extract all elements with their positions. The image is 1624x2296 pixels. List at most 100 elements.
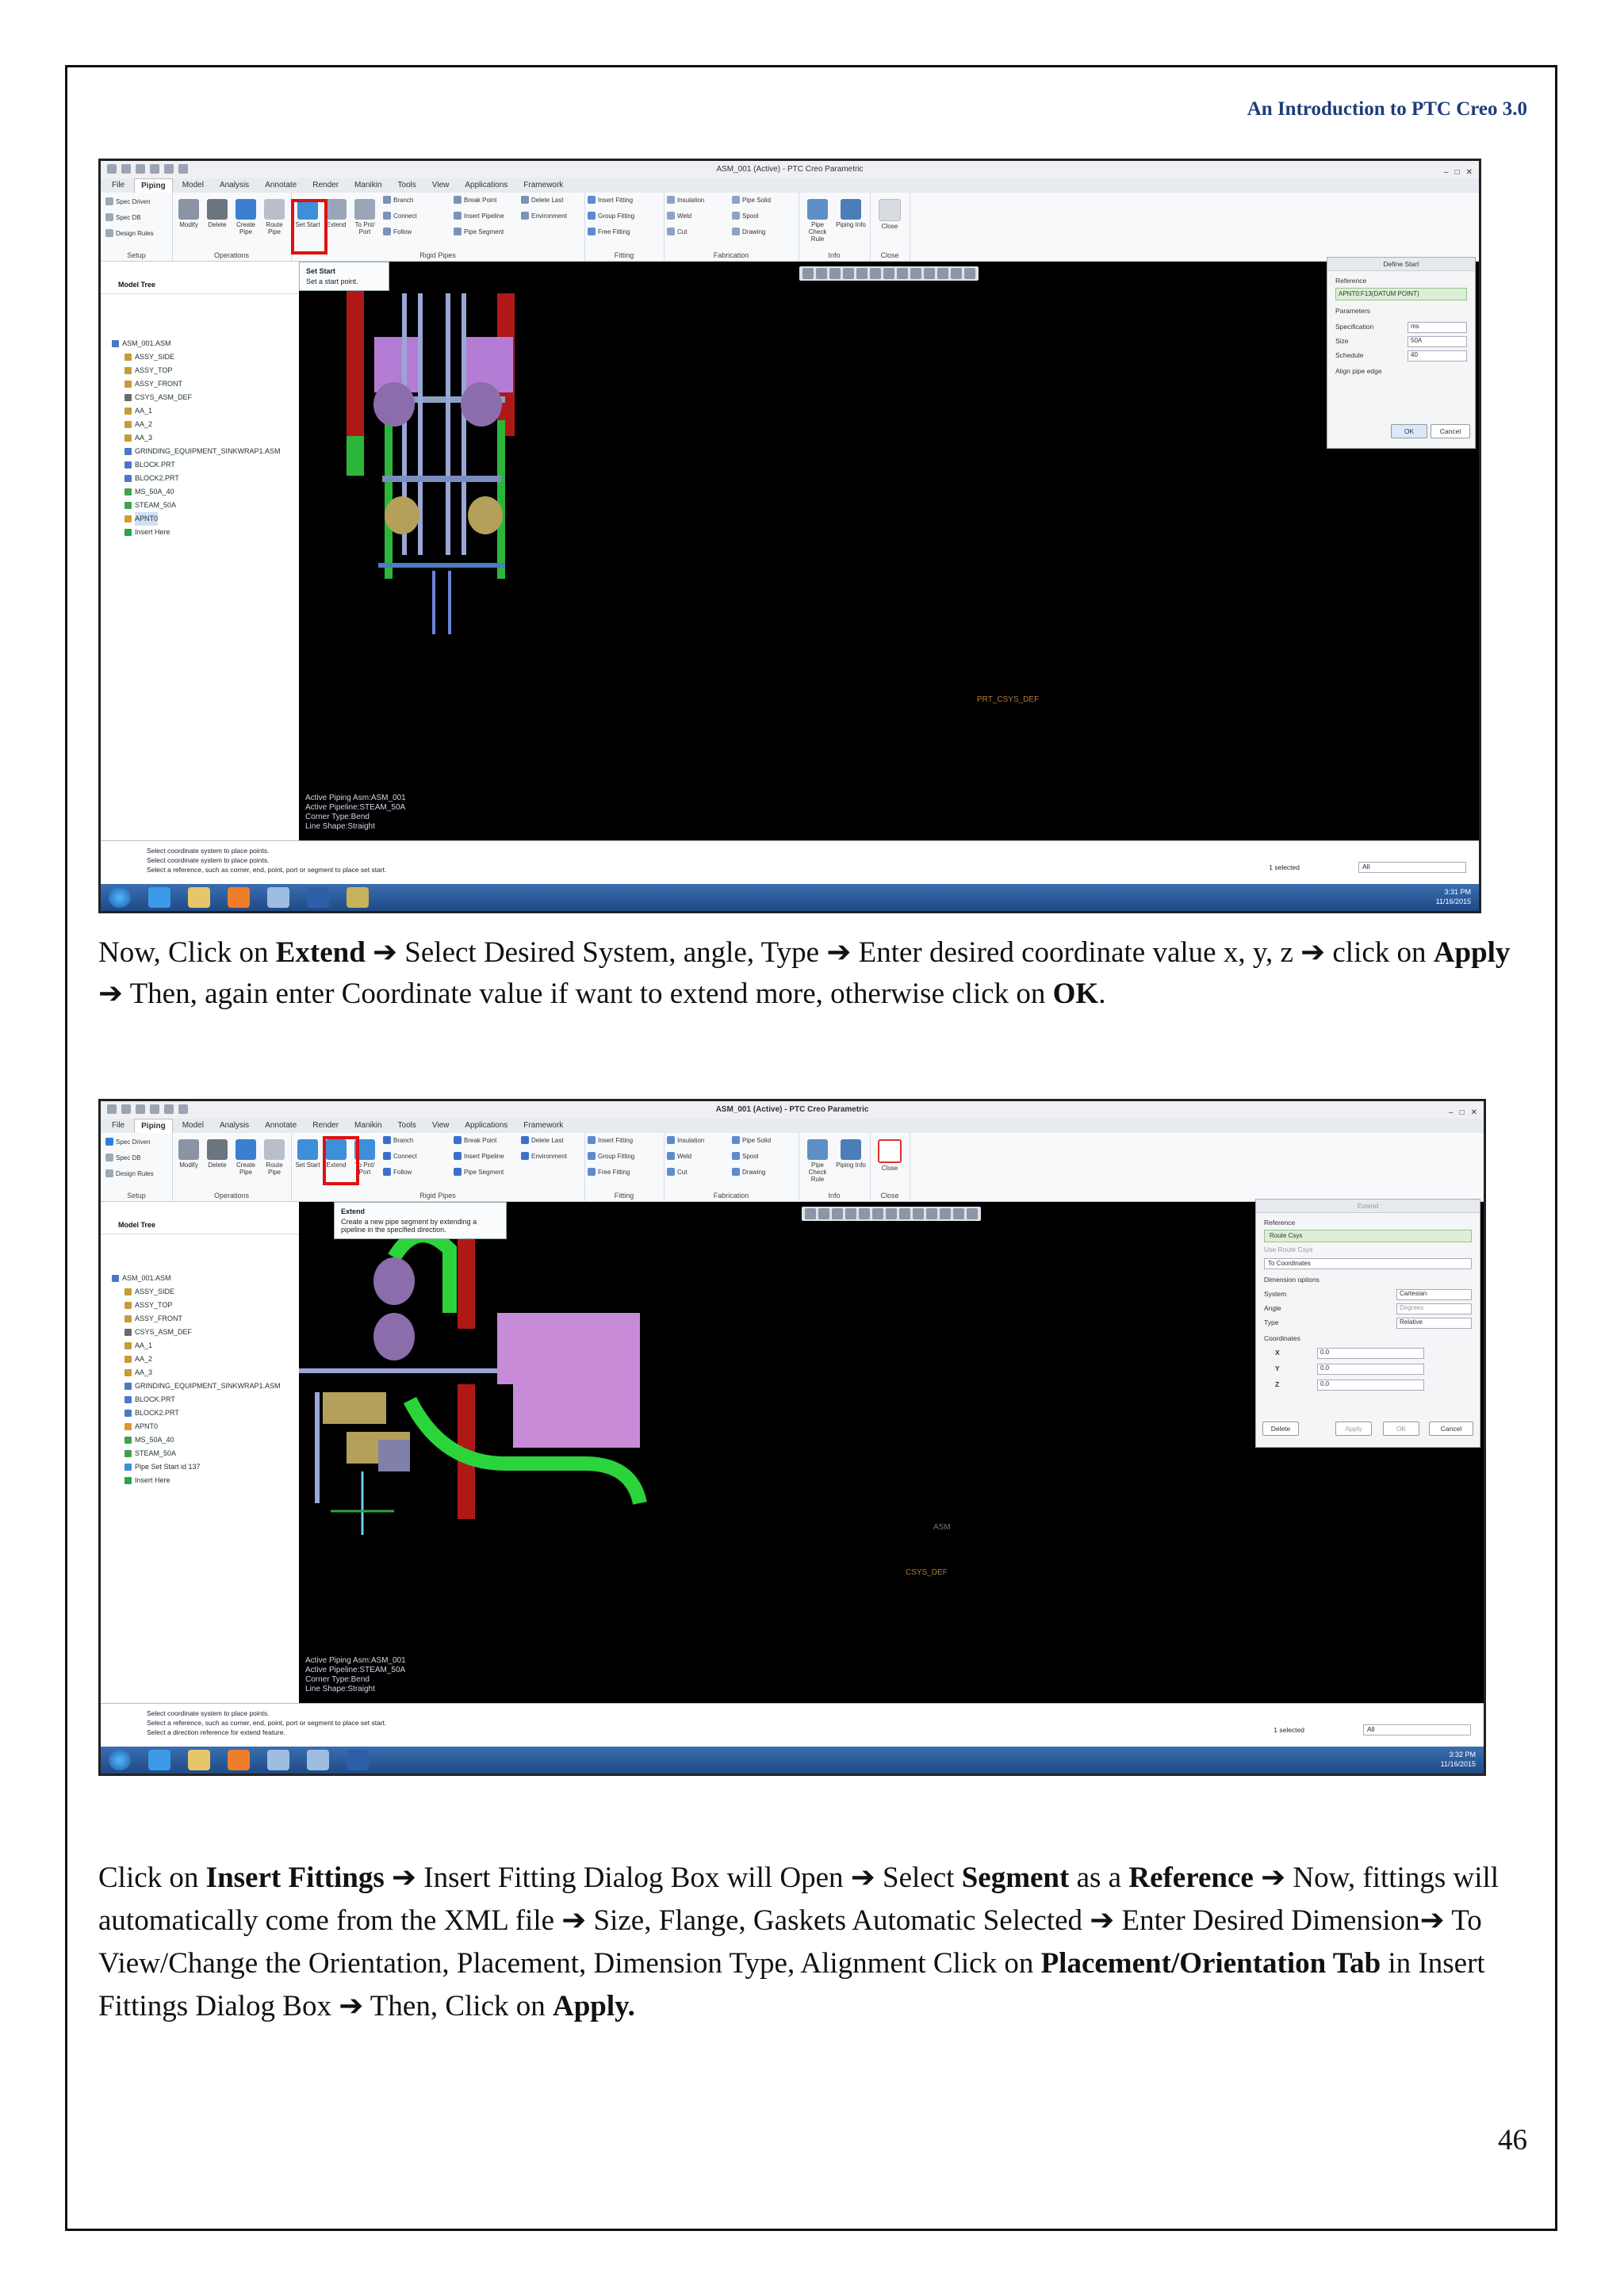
axis-display-icon[interactable] (926, 1208, 937, 1219)
design-rules-item[interactable]: Design Rules (105, 229, 154, 237)
repaint-icon[interactable] (845, 1208, 856, 1219)
file-explorer-icon[interactable] (188, 887, 210, 908)
size-select[interactable]: 50A (1408, 336, 1467, 347)
tab-piping[interactable]: Piping (134, 178, 173, 193)
cancel-button[interactable]: Cancel (1431, 424, 1470, 438)
environment-item[interactable]: Environment (521, 1152, 567, 1160)
cut-item[interactable]: Cut (667, 1168, 687, 1176)
view-manager-icon[interactable] (883, 268, 894, 279)
tree-item[interactable]: MS_50A_40 (112, 1433, 281, 1447)
undo-icon[interactable] (150, 1104, 159, 1114)
internet-explorer-icon[interactable] (148, 1750, 170, 1770)
spool-item[interactable]: Spool (732, 212, 758, 220)
branch-item[interactable]: Branch (383, 196, 413, 204)
tree-item[interactable]: ASM_001.ASM (112, 1272, 281, 1285)
tab-tools[interactable]: Tools (392, 1119, 423, 1133)
free-fitting-item[interactable]: Free Fitting (588, 1168, 630, 1176)
plane-display-icon[interactable] (913, 1208, 924, 1219)
break-point-item[interactable]: Break Point (454, 1136, 496, 1144)
tree-item[interactable]: GRINDING_EQUIPMENT_SINKWRAP1.ASM (112, 1380, 281, 1393)
tab-annotate[interactable]: Annotate (259, 178, 303, 193)
tab-analysis[interactable]: Analysis (213, 1119, 255, 1133)
snipping-tool-icon[interactable] (347, 887, 369, 908)
tree-item[interactable]: ASSY_SIDE (112, 350, 281, 364)
tree-item[interactable]: AA_3 (112, 431, 281, 445)
zoom-in-icon[interactable] (816, 268, 827, 279)
reference-collector[interactable]: Route Csys (1264, 1230, 1472, 1242)
reference-collector[interactable]: APNT0:F13(DATUM POINT) (1335, 288, 1467, 300)
follow-item[interactable]: Follow (383, 1168, 412, 1176)
internet-explorer-icon[interactable] (148, 887, 170, 908)
spec-driven-item[interactable]: Spec Driven (105, 197, 151, 205)
zoom-in-icon[interactable] (818, 1208, 829, 1219)
follow-item[interactable]: Follow (383, 228, 412, 235)
selection-filter[interactable]: All (1363, 1724, 1471, 1735)
type-select[interactable]: Relative (1396, 1318, 1472, 1329)
tree-item[interactable]: BLOCK.PRT (112, 1393, 281, 1406)
display-style-icon[interactable] (856, 268, 868, 279)
insulation-item[interactable]: Insulation (667, 1136, 704, 1144)
zoom-out-icon[interactable] (832, 1208, 843, 1219)
tree-item[interactable]: ASM_001.ASM (112, 337, 281, 350)
break-point-item[interactable]: Break Point (454, 196, 496, 204)
close-button[interactable]: Close (875, 199, 905, 230)
tab-file[interactable]: File (105, 178, 131, 193)
branch-item[interactable]: Branch (383, 1136, 413, 1144)
x-coordinate-input[interactable]: 0.0 (1317, 1348, 1424, 1359)
tree-item[interactable]: Insert Here (112, 526, 281, 539)
tree-item[interactable]: AA_2 (112, 1353, 281, 1366)
schedule-select[interactable]: 40 (1408, 350, 1467, 362)
tab-applications[interactable]: Applications (458, 1119, 514, 1133)
delete-button[interactable]: Delete (204, 199, 231, 228)
system-select[interactable]: Cartesian (1396, 1289, 1472, 1300)
tab-view[interactable]: View (426, 178, 456, 193)
z-coordinate-input[interactable]: 0.0 (1317, 1380, 1424, 1391)
zoom-out-icon[interactable] (829, 268, 841, 279)
tab-render[interactable]: Render (306, 178, 345, 193)
y-coordinate-input[interactable]: 0.0 (1317, 1364, 1424, 1375)
tree-item[interactable]: MS_50A_40 (112, 485, 281, 499)
spool-item[interactable]: Spool (732, 1152, 758, 1160)
tree-item[interactable]: APNT0 (112, 512, 281, 526)
modify-button[interactable]: Modify (175, 1139, 202, 1169)
create-pipe-button[interactable]: Create Pipe (232, 1139, 259, 1176)
saved-views-icon[interactable] (872, 1208, 883, 1219)
pipe-segment-item[interactable]: Pipe Segment (454, 228, 504, 235)
pipe-solid-item[interactable]: Pipe Solid (732, 1136, 771, 1144)
tree-item[interactable]: BLOCK2.PRT (112, 1406, 281, 1420)
group-fitting-item[interactable]: Group Fitting (588, 1152, 634, 1160)
open-icon[interactable] (121, 1104, 131, 1114)
saved-views-icon[interactable] (870, 268, 881, 279)
insert-fitting-item[interactable]: Insert Fitting (588, 1136, 633, 1144)
start-button-icon[interactable] (109, 887, 131, 908)
delete-button[interactable]: Delete (1262, 1422, 1299, 1436)
start-button-icon[interactable] (109, 1750, 131, 1770)
tree-item[interactable]: AA_3 (112, 1366, 281, 1380)
tab-framework[interactable]: Framework (517, 178, 569, 193)
annotation-display-icon[interactable] (967, 1208, 978, 1219)
insulation-item[interactable]: Insulation (667, 196, 704, 204)
pipe-check-rule-button[interactable]: Pipe Check Rule (802, 199, 833, 243)
media-player-icon[interactable] (228, 887, 250, 908)
group-fitting-item[interactable]: Group Fitting (588, 212, 634, 220)
display-style-icon[interactable] (859, 1208, 870, 1219)
route-pipe-button[interactable]: Route Pipe (261, 1139, 288, 1176)
set-start-button[interactable]: Set Start (294, 1139, 321, 1169)
snipping-tool-icon[interactable] (307, 1750, 329, 1770)
tab-analysis[interactable]: Analysis (213, 178, 255, 193)
new-icon[interactable] (107, 1104, 117, 1114)
insert-pipeline-item[interactable]: Insert Pipeline (454, 1152, 504, 1160)
tab-model[interactable]: Model (176, 1119, 210, 1133)
tab-model[interactable]: Model (176, 178, 210, 193)
graphics-window[interactable]: Set Start Set a start point. PRT_CSYS_DE… (299, 257, 1479, 841)
csys-display-icon[interactable] (953, 1208, 964, 1219)
file-explorer-icon[interactable] (188, 1750, 210, 1770)
spec-db-item[interactable]: Spec DB (105, 1154, 141, 1161)
connect-item[interactable]: Connect (383, 212, 417, 220)
route-pipe-button[interactable]: Route Pipe (261, 199, 288, 235)
tab-applications[interactable]: Applications (458, 178, 514, 193)
tab-annotate[interactable]: Annotate (259, 1119, 303, 1133)
pipe-solid-item[interactable]: Pipe Solid (732, 196, 771, 204)
tree-item[interactable]: CSYS_ASM_DEF (112, 1326, 281, 1339)
csys-display-icon[interactable] (951, 268, 962, 279)
